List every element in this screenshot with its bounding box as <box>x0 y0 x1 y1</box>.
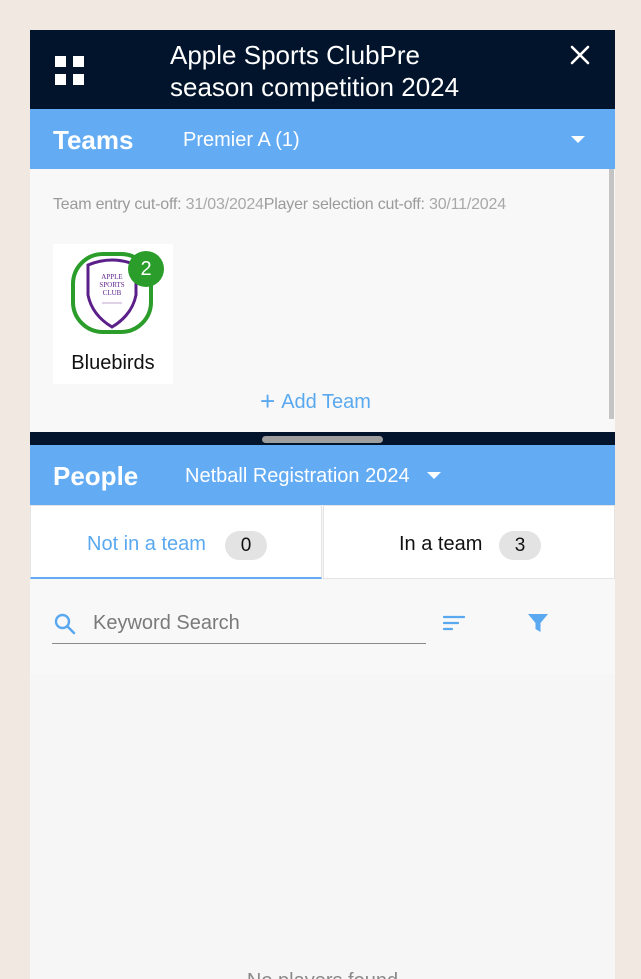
panel-divider[interactable] <box>30 432 615 445</box>
search-icon <box>54 613 76 635</box>
team-card[interactable]: APPLE SPORTS CLUB 2 Bluebirds <box>53 244 173 384</box>
team-name: Bluebirds <box>71 352 155 374</box>
app-header: Apple Sports ClubPre season competition … <box>30 30 615 109</box>
people-header: People Netball Registration 2024 <box>30 445 615 505</box>
people-results: No players found <box>30 674 615 979</box>
teams-header: Teams Premier A (1) <box>30 109 615 169</box>
competition-panel: Apple Sports ClubPre season competition … <box>30 30 615 979</box>
team-player-count-badge: 2 <box>128 251 164 287</box>
add-team-button[interactable]: + Add Team <box>260 386 371 416</box>
sort-icon[interactable] <box>443 614 465 632</box>
people-title: People <box>53 461 139 491</box>
add-team-label: Add Team <box>281 391 371 413</box>
teams-content: Team entry cut-off: 31/03/2024Player sel… <box>30 169 615 432</box>
people-tabs: Not in a team 0 In a team 3 <box>30 505 615 582</box>
search-input[interactable] <box>93 608 423 638</box>
search-underline <box>52 643 426 644</box>
chevron-down-icon[interactable] <box>571 136 585 143</box>
registration-select[interactable]: Netball Registration 2024 <box>185 464 410 488</box>
tab-label: Not in a team <box>87 533 206 555</box>
page-title: Apple Sports ClubPre season competition … <box>170 40 460 102</box>
player-cutoff-label: Player selection cut-off: <box>263 196 425 213</box>
scrollbar[interactable] <box>609 169 614 419</box>
teams-title: Teams <box>53 125 134 155</box>
cutoff-dates: Team entry cut-off: 31/03/2024Player sel… <box>53 196 506 214</box>
close-icon[interactable] <box>569 44 591 66</box>
grid-icon[interactable] <box>55 56 84 85</box>
player-cutoff-value: 30/11/2024 <box>429 196 506 213</box>
filter-icon[interactable] <box>527 612 549 634</box>
count-badge: 0 <box>225 531 267 560</box>
logo-text-line-1: APPLE <box>101 273 122 281</box>
logo-text-line-3: CLUB <box>103 289 122 297</box>
team-cutoff-value: 31/03/2024 <box>185 196 264 213</box>
grade-select[interactable]: Premier A (1) <box>183 128 300 152</box>
plus-icon: + <box>260 386 276 416</box>
empty-state-text: No players found <box>30 970 615 979</box>
drag-handle[interactable] <box>262 436 383 443</box>
search-bar <box>30 582 615 674</box>
tab-in-a-team[interactable]: In a team 3 <box>323 505 615 579</box>
tab-not-in-a-team[interactable]: Not in a team 0 <box>30 505 322 579</box>
chevron-down-icon[interactable] <box>427 472 441 479</box>
tab-label: In a team <box>399 533 483 555</box>
logo-text-line-2: SPORTS <box>99 281 124 289</box>
count-badge: 3 <box>499 531 541 560</box>
team-cutoff-label: Team entry cut-off: <box>53 196 182 213</box>
